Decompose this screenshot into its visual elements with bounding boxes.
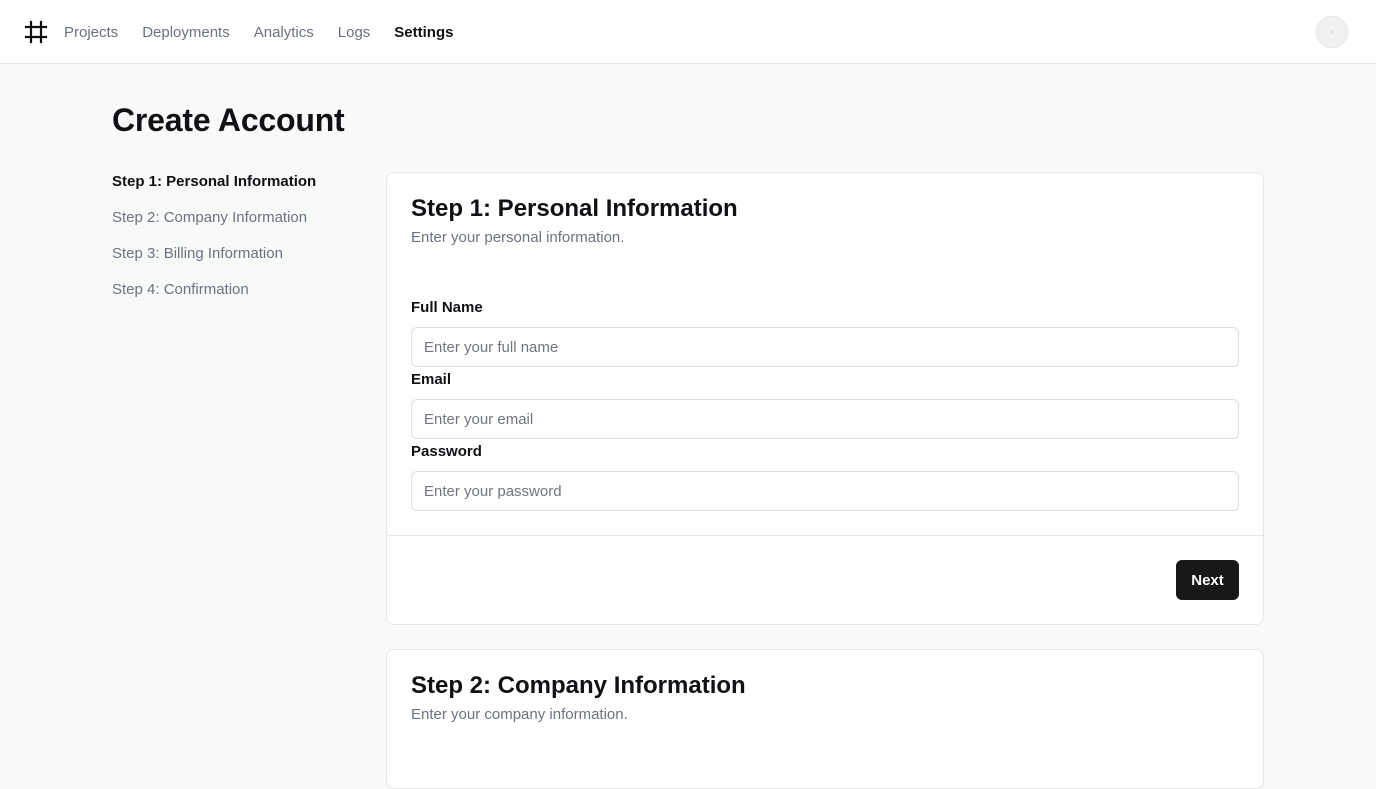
password-label: Password — [411, 443, 482, 460]
nav-item-deployments[interactable]: Deployments — [142, 24, 230, 41]
step-link-billing[interactable]: Step 3: Billing Information — [112, 244, 362, 280]
step-link-confirmation[interactable]: Step 4: Confirmation — [112, 280, 362, 316]
step-link-company[interactable]: Step 2: Company Information — [112, 208, 362, 244]
email-label: Email — [411, 371, 452, 388]
email-input[interactable] — [411, 399, 1239, 439]
nav-item-analytics[interactable]: Analytics — [254, 24, 314, 41]
card-description: Enter your company information. — [411, 706, 628, 723]
nav-item-settings[interactable]: Settings — [394, 24, 453, 41]
next-button[interactable]: Next — [1176, 560, 1239, 600]
card-footer-divider — [387, 535, 1263, 536]
card-description: Enter your personal information. — [411, 229, 625, 246]
step-link-personal[interactable]: Step 1: Personal Information — [112, 172, 362, 208]
top-navigation-bar: Projects Deployments Analytics Logs Sett… — [0, 0, 1376, 64]
full-name-label: Full Name — [411, 299, 483, 316]
hash-frame-icon[interactable] — [24, 20, 48, 44]
main-nav: Projects Deployments Analytics Logs Sett… — [64, 0, 477, 64]
card-title: Step 1: Personal Information — [411, 195, 738, 222]
personal-information-card: Step 1: Personal Information Enter your … — [386, 172, 1264, 625]
nav-item-projects[interactable]: Projects — [64, 24, 118, 41]
nav-item-logs[interactable]: Logs — [338, 24, 371, 41]
avatar-placeholder-icon — [1331, 31, 1333, 33]
password-input[interactable] — [411, 471, 1239, 511]
user-avatar[interactable] — [1316, 16, 1348, 48]
company-information-card: Step 2: Company Information Enter your c… — [386, 649, 1264, 789]
card-title: Step 2: Company Information — [411, 672, 746, 699]
full-name-input[interactable] — [411, 327, 1239, 367]
page-title: Create Account — [112, 102, 345, 138]
step-navigation: Step 1: Personal Information Step 2: Com… — [112, 172, 362, 316]
